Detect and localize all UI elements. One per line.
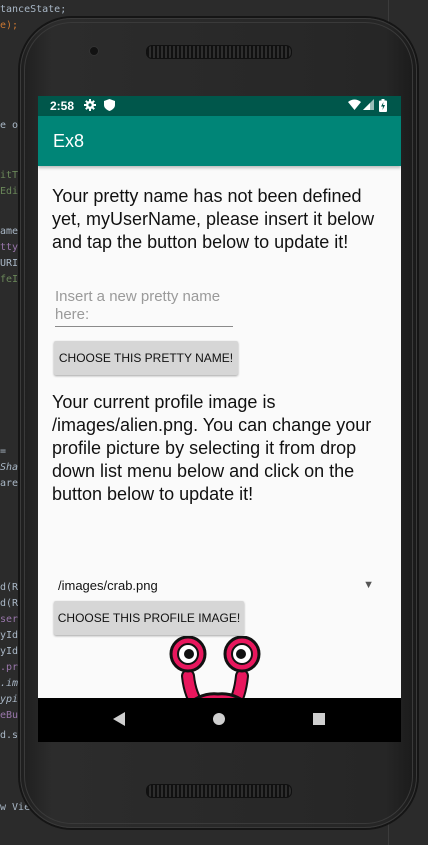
- shield-icon: [104, 99, 115, 114]
- front-camera: [89, 46, 99, 56]
- spinner-selected-value: /images/crab.png: [58, 578, 158, 593]
- status-time: 2:58: [50, 99, 75, 113]
- navigation-bar: [38, 698, 401, 742]
- back-icon[interactable]: [112, 711, 126, 731]
- main-content: Your pretty name has not been defined ye…: [38, 166, 401, 742]
- wifi-icon: [348, 99, 361, 114]
- code-line: d.s: [0, 730, 19, 741]
- choose-pretty-name-button[interactable]: CHOOSE THIS PRETTY NAME!: [54, 341, 238, 375]
- profile-image-spinner[interactable]: /images/crab.png ▼: [58, 578, 374, 598]
- dropdown-arrow-icon: ▼: [363, 579, 374, 591]
- app-bar: Ex8: [38, 116, 401, 166]
- top-speaker-grille: [146, 45, 292, 59]
- recents-icon[interactable]: [312, 711, 326, 731]
- signal-icon: [363, 99, 374, 114]
- code-line: tanceState;: [0, 4, 67, 15]
- battery-icon: [379, 99, 387, 115]
- gear-icon: [84, 99, 96, 114]
- bottom-speaker-grille: [146, 784, 292, 798]
- pretty-name-input[interactable]: Insert a new pretty name here:: [55, 288, 233, 327]
- status-bar: 2:58: [38, 96, 401, 116]
- device-screen: 2:58 Ex8 Your pretty name has not been d…: [38, 96, 401, 742]
- home-icon[interactable]: [212, 711, 226, 731]
- choose-profile-image-button[interactable]: CHOOSE THIS PROFILE IMAGE!: [54, 601, 244, 635]
- code-line: e);: [0, 20, 19, 31]
- code-line: =: [0, 446, 7, 457]
- profile-image-message: Your current profile image is /images/al…: [52, 392, 372, 504]
- app-title: Ex8: [53, 131, 85, 151]
- code-line: w Vie: [0, 802, 31, 813]
- pretty-name-message: Your pretty name has not been defined ye…: [52, 186, 375, 252]
